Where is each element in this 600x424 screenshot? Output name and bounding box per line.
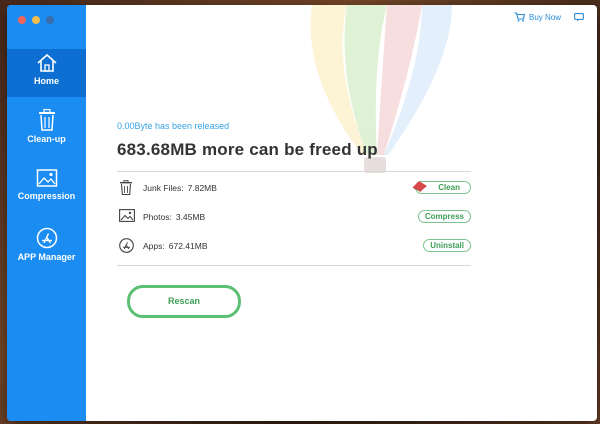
uninstall-label: Uninstall [430, 241, 464, 250]
freeable-headline: 683.68MB more can be freed up [117, 140, 378, 159]
apps-text: Apps: 672.41MB [143, 241, 208, 251]
trash-icon [120, 180, 132, 195]
sidebar-item-label: Clean-up [27, 134, 66, 144]
home-icon [36, 53, 57, 72]
junk-files-text: Junk Files: 7.82MB [143, 183, 217, 193]
list-item-photos: Photos: 3.45MB Compress [117, 207, 471, 227]
uninstall-button[interactable]: Uninstall [423, 239, 471, 252]
junk-files-size: 7.82MB [187, 183, 217, 193]
sidebar-item-label: Compression [17, 191, 76, 201]
sidebar: Home Clean-up Compression APP Manager [7, 5, 86, 421]
close-window-button[interactable] [18, 16, 26, 24]
trash-icon [38, 109, 55, 131]
photos-text: Photos: 3.45MB [143, 212, 205, 222]
list-item-junk-files: Junk Files: 7.82MB Clean [117, 178, 471, 198]
list-item-apps: Apps: 672.41MB Uninstall [117, 236, 471, 256]
buy-now-label: Buy Now [528, 12, 561, 22]
sidebar-item-clean-up[interactable]: Clean-up [7, 109, 86, 157]
cart-icon [514, 12, 525, 22]
app-window: Home Clean-up Compression APP Manager Bu… [7, 5, 597, 421]
chat-icon[interactable] [574, 13, 584, 22]
main-content: Buy Now 0.00Byte has been released 683.6… [86, 5, 597, 421]
junk-files-label: Junk Files: [143, 183, 184, 193]
sidebar-item-compression[interactable]: Compression [7, 168, 86, 216]
window-controls [18, 16, 54, 24]
minimize-window-button[interactable] [32, 16, 40, 24]
image-icon [36, 169, 57, 187]
sidebar-item-home[interactable]: Home [7, 49, 86, 97]
sidebar-item-app-manager[interactable]: APP Manager [7, 227, 86, 275]
sidebar-item-label: APP Manager [17, 252, 76, 262]
apps-label: Apps: [143, 241, 165, 251]
photos-size: 3.45MB [175, 212, 206, 222]
released-status: 0.00Byte has been released [117, 121, 230, 131]
eraser-icon [413, 181, 427, 192]
rescan-label: Rescan [167, 296, 201, 306]
zoom-window-button[interactable] [46, 16, 54, 24]
image-icon [119, 209, 135, 222]
apps-size: 672.41MB [168, 241, 208, 251]
clean-button[interactable]: Clean [413, 181, 471, 194]
compress-label: Compress [424, 212, 464, 221]
clean-label: Clean [438, 183, 460, 192]
buy-now-link[interactable]: Buy Now [514, 12, 561, 22]
rescan-button[interactable]: Rescan [127, 285, 241, 318]
divider-bottom [117, 265, 471, 266]
sidebar-item-label: Home [33, 76, 59, 86]
app-store-icon [36, 227, 57, 249]
compress-button[interactable]: Compress [417, 210, 471, 223]
app-store-icon [119, 238, 134, 253]
divider-top [117, 171, 471, 172]
photos-label: Photos: [143, 212, 172, 222]
